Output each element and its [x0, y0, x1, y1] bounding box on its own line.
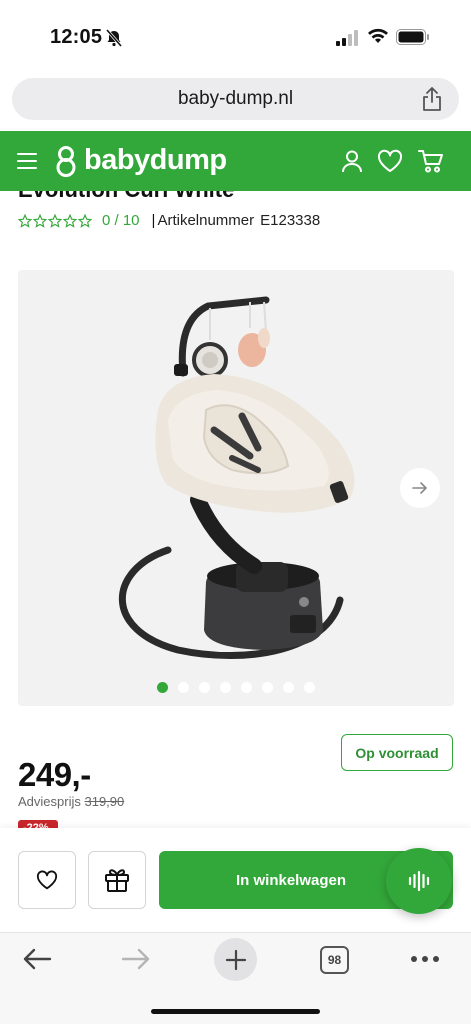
gallery-dot[interactable] [199, 682, 210, 693]
gallery-pagination [18, 682, 454, 693]
tabs-button[interactable]: 98 [320, 946, 349, 974]
gallery-dot[interactable] [262, 682, 273, 693]
sticky-action-bar: In winkelwagen [0, 828, 471, 932]
url-text[interactable]: baby-dump.nl [12, 88, 459, 110]
menu-icon[interactable] [17, 151, 37, 171]
signal-icon [336, 30, 358, 46]
product-image[interactable] [18, 270, 454, 706]
plus-icon [225, 949, 246, 970]
rating-score[interactable]: 0 / 10 [102, 212, 140, 229]
product-title: Evolution Curl White [18, 191, 234, 203]
star-icon [33, 213, 47, 228]
advice-price-value: 319,90 [84, 794, 125, 809]
address-bar[interactable]: baby-dump.nl [12, 78, 459, 120]
arrow-right-icon [412, 482, 427, 494]
add-to-wishlist-button[interactable] [18, 851, 76, 909]
add-to-giftlist-button[interactable] [88, 851, 146, 909]
wishlist-icon[interactable] [377, 149, 403, 173]
gallery-dot[interactable] [157, 682, 168, 693]
back-arrow-icon[interactable] [22, 947, 52, 971]
brand-logo[interactable]: babydump [54, 144, 227, 177]
star-icon [78, 213, 92, 228]
status-bar: 12:05 [0, 0, 471, 70]
article-number-label: Artikelnummer [157, 212, 255, 229]
product-image-gallery[interactable] [18, 270, 454, 706]
gallery-dot[interactable] [178, 682, 189, 693]
status-time: 12:05 [50, 26, 103, 48]
product-title-container: Evolution Curl White [0, 191, 471, 207]
forward-arrow-icon[interactable] [121, 947, 151, 971]
cart-icon[interactable] [418, 148, 444, 174]
sound-wave-icon [408, 870, 430, 892]
article-separator: | [151, 212, 156, 229]
rating-stars[interactable] [18, 213, 92, 228]
brand-name: babydump [84, 144, 227, 176]
gift-icon [105, 869, 129, 892]
article-number: E123338 [260, 212, 321, 229]
site-header: babydump [0, 131, 471, 191]
advice-price-row: Adviesprijs 319,90 [18, 794, 124, 809]
advice-price-label: Adviesprijs [18, 794, 81, 809]
star-icon [48, 213, 62, 228]
home-indicator [151, 1009, 320, 1014]
bell-muted-icon [105, 29, 123, 47]
heart-icon [36, 870, 58, 890]
new-tab-button[interactable] [214, 938, 257, 981]
gallery-dot[interactable] [241, 682, 252, 693]
voice-assistant-button[interactable] [386, 848, 452, 914]
babydump-logo-icon [56, 145, 76, 177]
star-icon [18, 213, 32, 228]
wifi-icon [368, 28, 388, 43]
gallery-dot[interactable] [283, 682, 294, 693]
battery-icon [396, 29, 429, 45]
gallery-dot[interactable] [304, 682, 315, 693]
rating-row: 0 / 10 | Artikelnummer E123338 [18, 212, 320, 229]
share-icon[interactable] [421, 86, 443, 112]
gallery-dot[interactable] [220, 682, 231, 693]
account-icon[interactable] [340, 149, 364, 173]
stock-status-badge: Op voorraad [341, 734, 453, 771]
gallery-next-button[interactable] [400, 468, 440, 508]
star-icon [63, 213, 77, 228]
more-options-icon[interactable] [410, 955, 440, 963]
product-price: 249,- [18, 756, 91, 793]
